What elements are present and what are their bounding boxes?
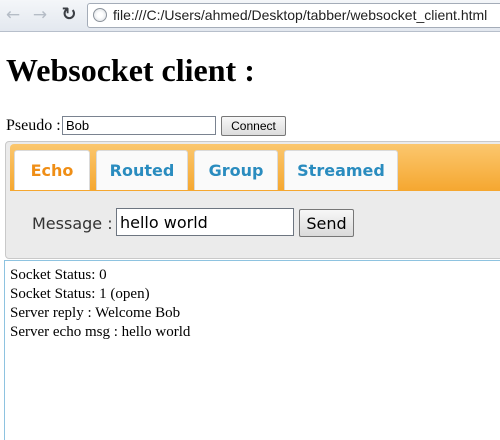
log-line: Socket Status: 0 — [10, 267, 107, 283]
address-bar[interactable]: file:///C:/Users/ahmed/Desktop/tabber/we… — [87, 3, 500, 28]
log-line: Server reply : Welcome Bob — [10, 305, 181, 321]
send-button[interactable]: Send — [299, 209, 354, 237]
tab-streamed[interactable]: Streamed — [284, 150, 398, 190]
forward-arrow-icon[interactable]: → — [31, 6, 49, 24]
address-url[interactable]: file:///C:/Users/ahmed/Desktop/tabber/we… — [113, 7, 487, 23]
log-line: Socket Status: 1 (open) — [10, 286, 150, 302]
back-arrow-icon[interactable]: ← — [4, 6, 22, 24]
tab-echo[interactable]: Echo — [14, 150, 90, 190]
tab-panel: Echo Routed Group Streamed Message : Sen… — [5, 141, 500, 259]
connect-button[interactable]: Connect — [221, 116, 286, 136]
pseudo-label: Pseudo : — [6, 117, 61, 134]
tab-routed[interactable]: Routed — [96, 150, 188, 190]
log-line: Server echo msg : hello world — [10, 324, 191, 340]
page-globe-icon — [93, 8, 107, 22]
tab-group[interactable]: Group — [194, 150, 278, 190]
message-input[interactable] — [116, 208, 294, 236]
page-title: Websocket client : — [6, 52, 255, 88]
pseudo-input[interactable] — [62, 116, 216, 135]
tab-bar: Echo Routed Group Streamed — [10, 144, 500, 191]
message-label: Message : — [32, 214, 113, 233]
log-output: Socket Status: 0 Socket Status: 1 (open)… — [4, 260, 500, 440]
browser-toolbar: ← → ↻ file:///C:/Users/ahmed/Desktop/tab… — [0, 0, 500, 32]
reload-icon[interactable]: ↻ — [60, 6, 78, 24]
